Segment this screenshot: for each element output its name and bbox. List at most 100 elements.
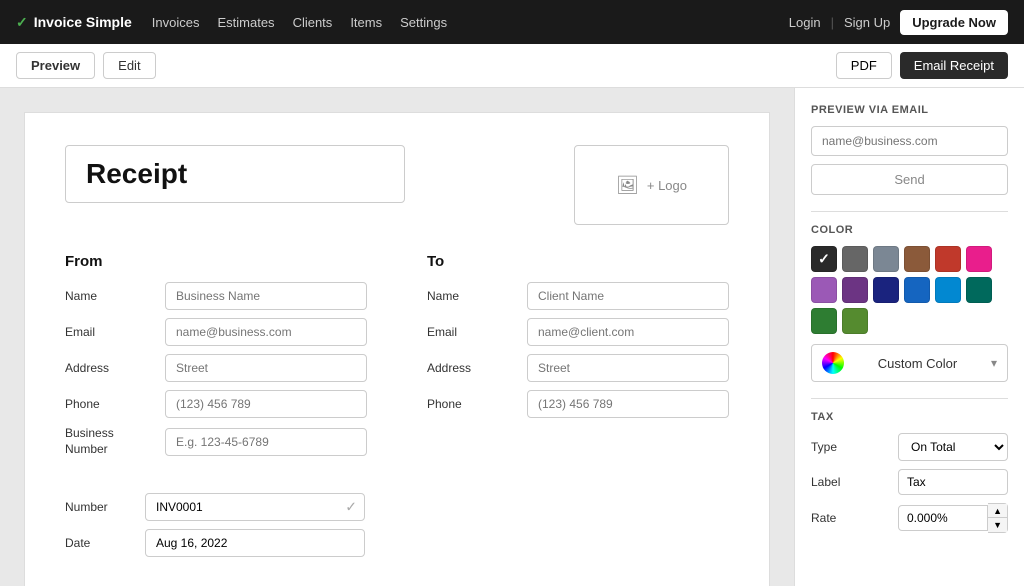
from-business-input[interactable] bbox=[165, 428, 367, 456]
login-link[interactable]: Login bbox=[789, 15, 821, 30]
to-email-input[interactable] bbox=[527, 318, 729, 346]
color-swatch-0[interactable] bbox=[811, 246, 837, 272]
color-swatch-13[interactable] bbox=[842, 308, 868, 334]
edit-button[interactable]: Edit bbox=[103, 52, 155, 79]
rate-increment-button[interactable]: ▲ bbox=[988, 504, 1007, 518]
signup-link[interactable]: Sign Up bbox=[844, 15, 890, 30]
logo-upload-box[interactable]: 🖼 + Logo bbox=[574, 145, 729, 225]
from-email-label: Email bbox=[65, 325, 155, 339]
color-swatch-4[interactable] bbox=[935, 246, 961, 272]
brand-name: Invoice Simple bbox=[34, 14, 132, 30]
send-button[interactable]: Send bbox=[811, 164, 1008, 195]
from-name-input[interactable] bbox=[165, 282, 367, 310]
nav-estimates[interactable]: Estimates bbox=[217, 15, 274, 30]
color-swatch-10[interactable] bbox=[935, 277, 961, 303]
color-swatch-8[interactable] bbox=[873, 277, 899, 303]
from-email-input[interactable] bbox=[165, 318, 367, 346]
from-address-input[interactable] bbox=[165, 354, 367, 382]
to-email-label: Email bbox=[427, 325, 517, 339]
nav-divider: | bbox=[831, 15, 834, 30]
nav-invoices[interactable]: Invoices bbox=[152, 15, 200, 30]
preview-email-input[interactable] bbox=[811, 126, 1008, 156]
color-swatch-2[interactable] bbox=[873, 246, 899, 272]
tax-type-select[interactable]: On TotalOn SubtotalDeducted bbox=[898, 433, 1008, 461]
nav-items[interactable]: Items bbox=[350, 15, 382, 30]
to-name-label: Name bbox=[427, 289, 517, 303]
preview-button[interactable]: Preview bbox=[16, 52, 95, 79]
nav-clients[interactable]: Clients bbox=[293, 15, 333, 30]
date-row: Date bbox=[65, 529, 729, 557]
tax-section-title: TAX bbox=[811, 398, 1008, 423]
to-phone-input[interactable] bbox=[527, 390, 729, 418]
from-section: From Name Email Address Phone bbox=[65, 253, 367, 465]
navbar: ✓ Invoice Simple Invoices Estimates Clie… bbox=[0, 0, 1024, 44]
to-name-row: Name bbox=[427, 282, 729, 310]
main-layout: 🖼 + Logo From Name Email bbox=[0, 88, 1024, 586]
upgrade-button[interactable]: Upgrade Now bbox=[900, 10, 1008, 35]
from-title: From bbox=[65, 253, 367, 270]
color-swatch-3[interactable] bbox=[904, 246, 930, 272]
preview-email-title: PREVIEW VIA EMAIL bbox=[811, 104, 1008, 116]
from-business-row: BusinessNumber bbox=[65, 426, 367, 457]
nav-links: Invoices Estimates Clients Items Setting… bbox=[152, 15, 447, 30]
rate-stepper: ▲ ▼ bbox=[988, 503, 1008, 533]
from-business-label: BusinessNumber bbox=[65, 426, 155, 457]
number-input-wrap: ✓ bbox=[145, 493, 365, 521]
color-swatch-12[interactable] bbox=[811, 308, 837, 334]
to-section: To Name Email Address Phone bbox=[427, 253, 729, 465]
receipt-title-input[interactable] bbox=[86, 158, 384, 190]
to-name-input[interactable] bbox=[527, 282, 729, 310]
number-date-section: Number ✓ Date bbox=[65, 493, 729, 557]
from-phone-label: Phone bbox=[65, 397, 155, 411]
rate-input[interactable] bbox=[898, 505, 988, 531]
from-to-section: From Name Email Address Phone bbox=[65, 253, 729, 465]
to-address-input[interactable] bbox=[527, 354, 729, 382]
sidebar: PREVIEW VIA EMAIL Send COLOR Custom Colo… bbox=[794, 88, 1024, 586]
to-title: To bbox=[427, 253, 729, 270]
number-label: Number bbox=[65, 500, 135, 514]
to-address-row: Address bbox=[427, 354, 729, 382]
color-swatch-7[interactable] bbox=[842, 277, 868, 303]
from-address-label: Address bbox=[65, 361, 155, 375]
color-swatch-5[interactable] bbox=[966, 246, 992, 272]
color-wheel-icon bbox=[822, 352, 844, 374]
from-name-row: Name bbox=[65, 282, 367, 310]
color-swatch-1[interactable] bbox=[842, 246, 868, 272]
pdf-button[interactable]: PDF bbox=[836, 52, 892, 79]
verified-icon: ✓ bbox=[345, 499, 357, 516]
to-phone-label: Phone bbox=[427, 397, 517, 411]
brand: ✓ Invoice Simple bbox=[16, 14, 132, 31]
receipt-title-box bbox=[65, 145, 405, 203]
color-grid bbox=[811, 246, 1008, 334]
number-row: Number ✓ bbox=[65, 493, 729, 521]
email-receipt-button[interactable]: Email Receipt bbox=[900, 52, 1008, 79]
tax-rate-label: Rate bbox=[811, 511, 836, 525]
color-swatch-11[interactable] bbox=[966, 277, 992, 303]
to-phone-row: Phone bbox=[427, 390, 729, 418]
tax-label-label: Label bbox=[811, 475, 840, 489]
color-swatch-6[interactable] bbox=[811, 277, 837, 303]
invoice-card: 🖼 + Logo From Name Email bbox=[24, 112, 770, 586]
tax-label-input[interactable] bbox=[898, 469, 1008, 495]
date-input-wrap bbox=[145, 529, 365, 557]
rate-decrement-button[interactable]: ▼ bbox=[988, 518, 1007, 532]
tax-section: TAX Type On TotalOn SubtotalDeducted Lab… bbox=[811, 398, 1008, 533]
tax-type-row: Type On TotalOn SubtotalDeducted bbox=[811, 433, 1008, 461]
brand-check-icon: ✓ bbox=[16, 14, 28, 31]
logo-label: + Logo bbox=[647, 178, 687, 193]
nav-settings[interactable]: Settings bbox=[400, 15, 447, 30]
chevron-down-icon: ▾ bbox=[991, 356, 997, 370]
color-section: COLOR Custom Color ▾ bbox=[811, 211, 1008, 382]
preview-email-section: PREVIEW VIA EMAIL Send bbox=[811, 104, 1008, 195]
to-email-row: Email bbox=[427, 318, 729, 346]
date-input[interactable] bbox=[145, 529, 365, 557]
custom-color-button[interactable]: Custom Color ▾ bbox=[811, 344, 1008, 382]
toolbar: Preview Edit PDF Email Receipt bbox=[0, 44, 1024, 88]
nav-right: Login | Sign Up Upgrade Now bbox=[789, 10, 1008, 35]
from-phone-input[interactable] bbox=[165, 390, 367, 418]
tax-label-row: Label bbox=[811, 469, 1008, 495]
to-address-label: Address bbox=[427, 361, 517, 375]
content-area: 🖼 + Logo From Name Email bbox=[0, 88, 794, 586]
number-input[interactable] bbox=[145, 493, 365, 521]
color-swatch-9[interactable] bbox=[904, 277, 930, 303]
